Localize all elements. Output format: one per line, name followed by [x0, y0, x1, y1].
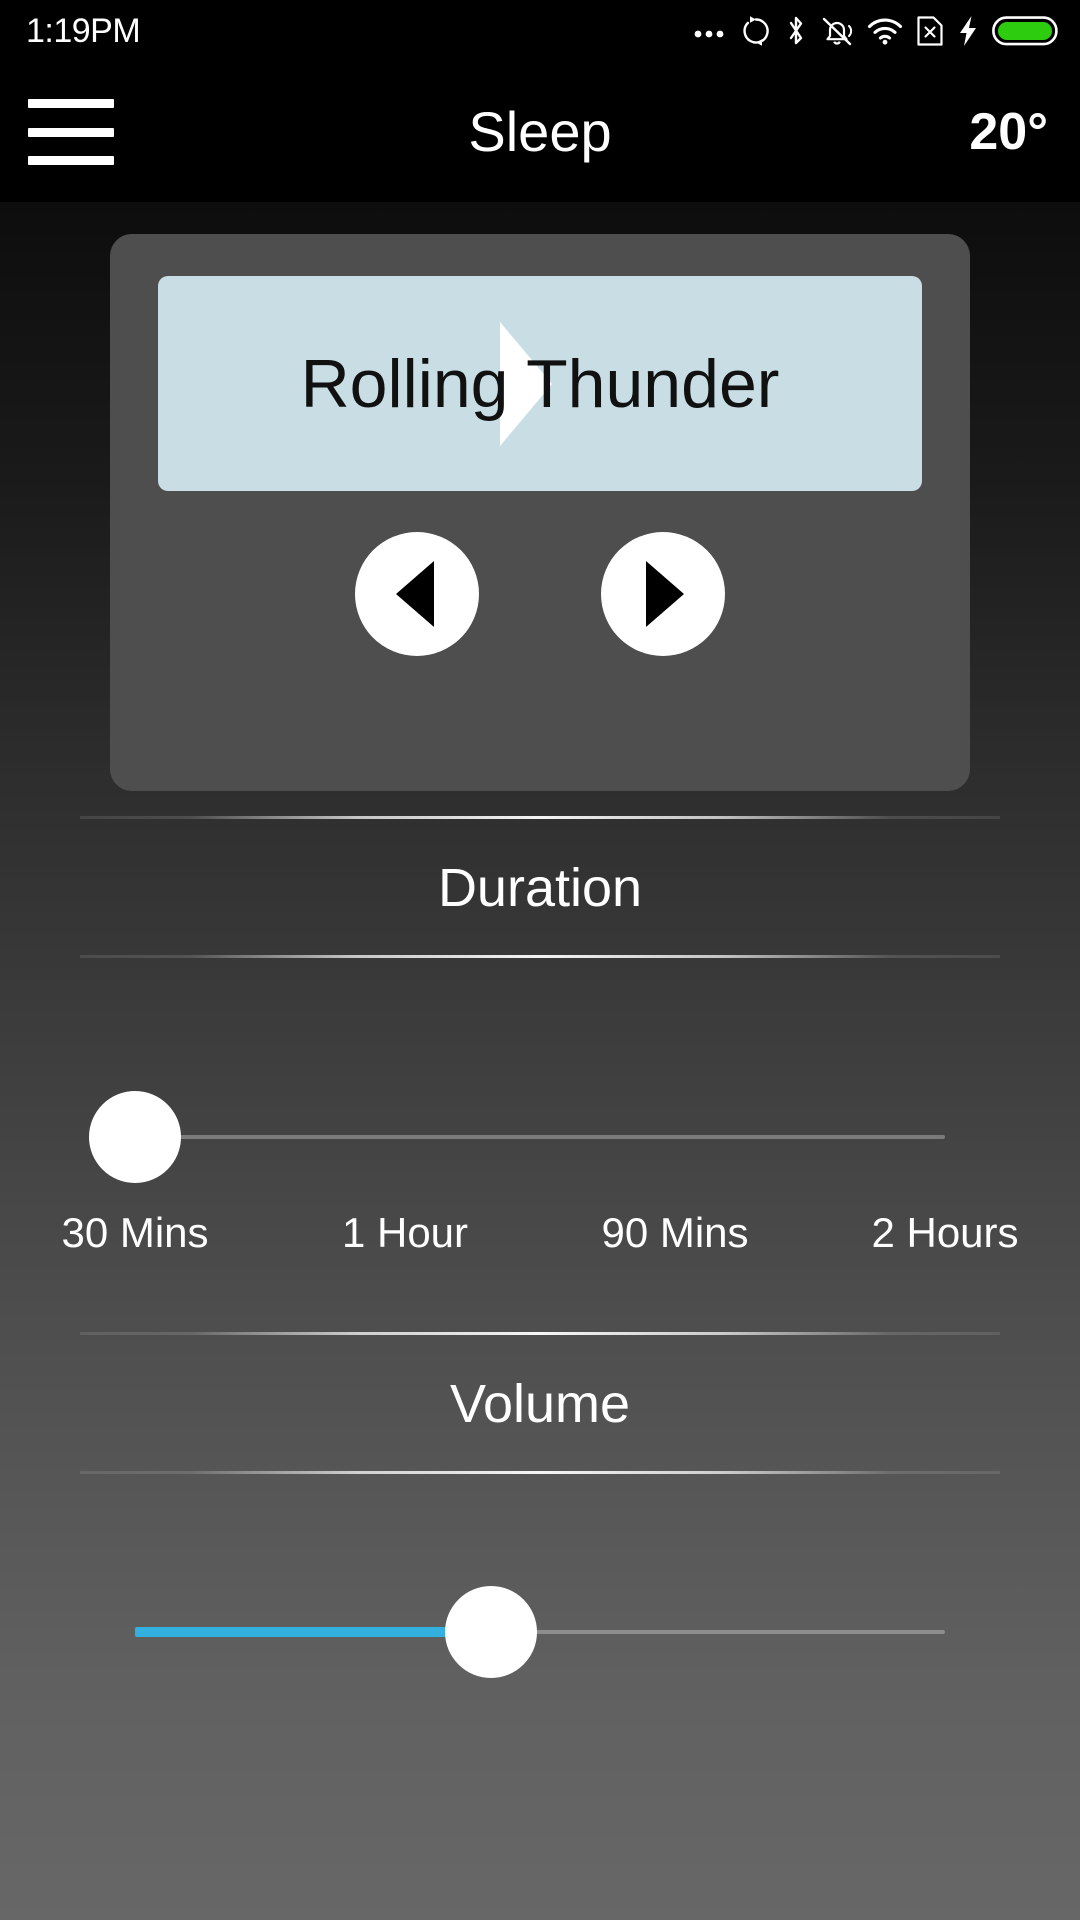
previous-sound-button[interactable] [355, 532, 479, 656]
status-clock: 1:19PM [26, 12, 141, 50]
volume-slider-fill [135, 1627, 492, 1637]
status-bar: 1:19PM [0, 0, 1080, 62]
divider-bottom [80, 1471, 1000, 1474]
app-screen: 1:19PM Sleep 20° Rolling Thunder Duratio… [0, 0, 1080, 1920]
wifi-icon [867, 17, 903, 45]
duration-slider[interactable] [0, 1082, 1080, 1192]
mute-bell-icon [820, 15, 854, 47]
bluetooth-icon [785, 14, 807, 48]
duration-slider-thumb[interactable] [89, 1091, 181, 1183]
next-sound-button[interactable] [601, 532, 725, 656]
transport-controls [110, 532, 970, 656]
track-panel[interactable]: Rolling Thunder [158, 276, 922, 491]
divider-bottom [80, 955, 1000, 958]
temperature-readout[interactable]: 20° [969, 106, 1048, 158]
charging-bolt-icon [957, 15, 979, 47]
duration-section-header: Duration [0, 816, 1080, 958]
duration-slider-track[interactable] [135, 1135, 945, 1139]
status-icon-tray [693, 14, 1058, 48]
volume-label: Volume [449, 1374, 631, 1434]
volume-section-header: Volume [0, 1212, 1080, 1474]
duration-label: Duration [437, 858, 643, 918]
sync-rotate-icon [740, 15, 772, 47]
track-title: Rolling Thunder [300, 345, 780, 422]
volume-slider[interactable] [0, 1577, 1080, 1687]
volume-slider-thumb[interactable] [445, 1586, 538, 1678]
more-dots-icon [693, 24, 727, 38]
player-card: Rolling Thunder [110, 234, 970, 791]
triangle-left-icon [396, 561, 434, 627]
app-bar: Sleep 20° [0, 62, 1080, 202]
triangle-right-icon [646, 561, 684, 627]
no-sim-icon [916, 15, 944, 47]
main-content: Rolling Thunder Duration 30 Mins 1 Hour … [0, 202, 1080, 1920]
battery-icon [992, 15, 1058, 47]
page-title: Sleep [468, 100, 612, 163]
